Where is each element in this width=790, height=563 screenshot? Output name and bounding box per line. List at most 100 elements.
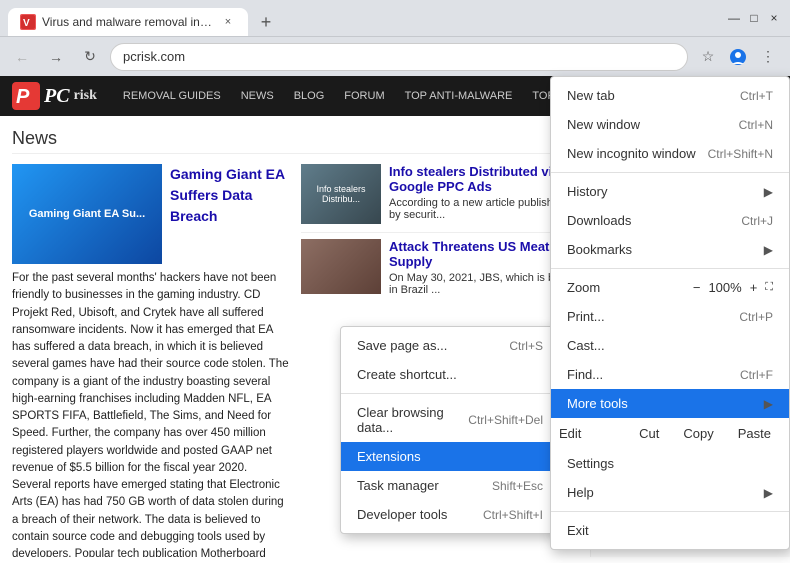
maximize-button[interactable]: □ bbox=[746, 10, 762, 26]
menu-settings-label: Settings bbox=[567, 456, 614, 471]
profile-icon[interactable] bbox=[724, 43, 752, 71]
menu-settings[interactable]: Settings bbox=[551, 449, 789, 478]
context-clear-browsing[interactable]: Clear browsing data... Ctrl+Shift+Del bbox=[341, 398, 559, 442]
browser-menu[interactable]: New tab Ctrl+T New window Ctrl+N New inc… bbox=[550, 76, 790, 550]
menu-print-shortcut: Ctrl+P bbox=[739, 310, 773, 324]
article2-thumbnail: Info stealers Distribu... bbox=[301, 164, 381, 224]
big-article: Gaming Giant EA Su... Gaming Giant EA Su… bbox=[12, 164, 289, 557]
toolbar-icons: ☆ ⋮ bbox=[694, 43, 782, 71]
menu-paste-button[interactable]: Paste bbox=[728, 422, 781, 445]
tab-bar: V Virus and malware removal instr... × + bbox=[8, 0, 280, 36]
nav-forum[interactable]: FORUM bbox=[334, 86, 394, 106]
context-developer-tools[interactable]: Developer tools Ctrl+Shift+I bbox=[341, 500, 559, 529]
tab-close-button[interactable]: × bbox=[220, 14, 236, 30]
forward-button[interactable]: → bbox=[42, 43, 70, 71]
url-text: pcrisk.com bbox=[123, 49, 185, 64]
context-save-page[interactable]: Save page as... Ctrl+S bbox=[341, 331, 559, 360]
menu-bookmarks[interactable]: Bookmarks ▶ bbox=[551, 235, 789, 264]
tab-favicon: V bbox=[20, 14, 36, 30]
menu-new-tab-shortcut: Ctrl+T bbox=[740, 89, 773, 103]
menu-help-arrow: ▶ bbox=[764, 486, 773, 500]
menu-history-label: History bbox=[567, 184, 607, 199]
menu-zoom-label: Zoom bbox=[567, 280, 600, 295]
tab-title: Virus and malware removal instr... bbox=[42, 15, 214, 29]
browser-menu-button[interactable]: ⋮ bbox=[754, 43, 782, 71]
url-input[interactable]: pcrisk.com bbox=[110, 43, 688, 71]
menu-downloads[interactable]: Downloads Ctrl+J bbox=[551, 206, 789, 235]
context-developer-tools-label: Developer tools bbox=[357, 507, 447, 522]
close-window-button[interactable]: × bbox=[766, 10, 782, 26]
menu-cast-label: Cast... bbox=[567, 338, 605, 353]
menu-incognito[interactable]: New incognito window Ctrl+Shift+N bbox=[551, 139, 789, 168]
browser-titlebar: V Virus and malware removal instr... × +… bbox=[0, 0, 790, 36]
menu-zoom-value: 100% bbox=[708, 280, 741, 295]
logo-risk: risk bbox=[74, 88, 97, 104]
menu-help[interactable]: Help ▶ bbox=[551, 478, 789, 507]
menu-new-window-label: New window bbox=[567, 117, 640, 132]
logo-pc: PC bbox=[44, 85, 70, 108]
new-tab-button[interactable]: + bbox=[252, 8, 280, 36]
article2: Info stealers Distribu... Info stealers … bbox=[301, 164, 578, 224]
context-task-manager[interactable]: Task manager Shift+Esc bbox=[341, 471, 559, 500]
thumb2-label: Info stealers Distribu... bbox=[303, 184, 379, 204]
context-clear-browsing-shortcut: Ctrl+Shift+Del bbox=[468, 413, 543, 427]
menu-downloads-label: Downloads bbox=[567, 213, 631, 228]
menu-incognito-shortcut: Ctrl+Shift+N bbox=[708, 147, 773, 161]
article3: Attack Threatens US Meat Supply On May 3… bbox=[301, 232, 578, 296]
menu-edit-row: Edit Cut Copy Paste bbox=[551, 418, 789, 449]
nav-blog[interactable]: BLOG bbox=[284, 86, 335, 106]
article1-thumbnail: Gaming Giant EA Su... bbox=[12, 164, 162, 264]
menu-cast[interactable]: Cast... bbox=[551, 331, 789, 360]
context-developer-tools-shortcut: Ctrl+Shift+I bbox=[483, 508, 543, 522]
context-task-manager-label: Task manager bbox=[357, 478, 439, 493]
article1-header: Gaming Giant EA Suffers Data Breach bbox=[170, 164, 289, 264]
svg-text:V: V bbox=[23, 18, 30, 29]
menu-edit-label: Edit bbox=[559, 426, 581, 441]
context-extensions[interactable]: Extensions bbox=[341, 442, 559, 471]
menu-downloads-shortcut: Ctrl+J bbox=[741, 214, 773, 228]
menu-new-tab[interactable]: New tab Ctrl+T bbox=[551, 81, 789, 110]
menu-new-window[interactable]: New window Ctrl+N bbox=[551, 110, 789, 139]
context-task-manager-shortcut: Shift+Esc bbox=[492, 479, 543, 493]
context-save-page-shortcut: Ctrl+S bbox=[509, 339, 543, 353]
address-bar: ← → ↻ pcrisk.com ☆ ⋮ bbox=[0, 36, 790, 76]
menu-zoom-plus[interactable]: + bbox=[750, 280, 758, 295]
reload-button[interactable]: ↻ bbox=[76, 43, 104, 71]
menu-copy-button[interactable]: Copy bbox=[673, 422, 723, 445]
window-controls: — □ × bbox=[726, 10, 782, 26]
menu-bookmarks-label: Bookmarks bbox=[567, 242, 632, 257]
article1-headline[interactable]: Gaming Giant EA Suffers Data Breach bbox=[170, 164, 289, 227]
menu-cut-button[interactable]: Cut bbox=[629, 422, 669, 445]
nav-anti-malware[interactable]: TOP ANTI-MALWARE bbox=[395, 86, 523, 106]
active-tab[interactable]: V Virus and malware removal instr... × bbox=[8, 8, 248, 36]
menu-zoom-fullscreen[interactable]: ⛶ bbox=[765, 281, 773, 294]
menu-zoom[interactable]: Zoom − 100% + ⛶ bbox=[551, 273, 789, 302]
site-logo[interactable]: P PC risk bbox=[12, 82, 97, 110]
context-extensions-label: Extensions bbox=[357, 449, 421, 464]
menu-print[interactable]: Print... Ctrl+P bbox=[551, 302, 789, 331]
context-clear-browsing-label: Clear browsing data... bbox=[357, 405, 468, 435]
menu-help-label: Help bbox=[567, 485, 594, 500]
menu-exit[interactable]: Exit bbox=[551, 516, 789, 545]
article3-thumbnail bbox=[301, 239, 381, 294]
nav-removal-guides[interactable]: REMOVAL GUIDES bbox=[113, 86, 231, 106]
menu-bookmarks-arrow: ▶ bbox=[764, 243, 773, 257]
menu-history[interactable]: History ▶ bbox=[551, 177, 789, 206]
page-context-menu[interactable]: Save page as... Ctrl+S Create shortcut..… bbox=[340, 326, 560, 534]
menu-print-label: Print... bbox=[567, 309, 605, 324]
bookmark-icon[interactable]: ☆ bbox=[694, 43, 722, 71]
menu-exit-label: Exit bbox=[567, 523, 589, 538]
minimize-button[interactable]: — bbox=[726, 10, 742, 26]
menu-new-tab-label: New tab bbox=[567, 88, 615, 103]
menu-find[interactable]: Find... Ctrl+F bbox=[551, 360, 789, 389]
menu-sep-1 bbox=[551, 172, 789, 173]
nav-news[interactable]: NEWS bbox=[231, 86, 284, 106]
menu-zoom-minus[interactable]: − bbox=[693, 280, 701, 295]
news-section-title: News bbox=[12, 128, 578, 154]
back-button[interactable]: ← bbox=[8, 43, 36, 71]
menu-more-tools[interactable]: More tools ▶ bbox=[551, 389, 789, 418]
menu-sep-2 bbox=[551, 268, 789, 269]
context-create-shortcut[interactable]: Create shortcut... bbox=[341, 360, 559, 389]
menu-more-tools-label: More tools bbox=[567, 396, 628, 411]
menu-history-arrow: ▶ bbox=[764, 185, 773, 199]
